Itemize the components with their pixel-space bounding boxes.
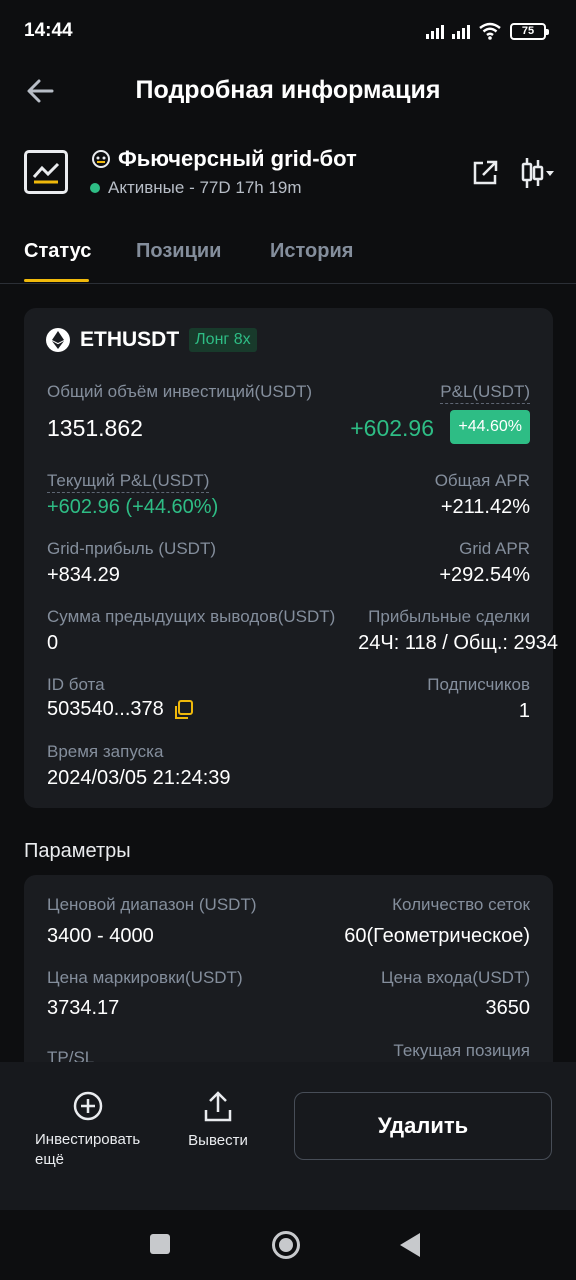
plus-circle-icon	[73, 1091, 103, 1121]
signal-icon-2	[452, 23, 470, 39]
recent-apps-icon[interactable]	[150, 1234, 170, 1254]
system-nav-bar	[0, 1210, 576, 1280]
battery-icon: 75	[510, 22, 549, 40]
share-icon	[473, 160, 498, 185]
tab-positions[interactable]: Позиции	[136, 240, 221, 263]
current-pnl-value: +602.96 (+44.60%)	[47, 496, 219, 518]
ethereum-icon	[46, 328, 70, 352]
trading-pair: ETHUSDT	[80, 328, 180, 351]
launch-time-label: Время запуска	[47, 742, 164, 761]
bot-status-row: Активные - 77D 17h 19m	[90, 178, 302, 198]
robot-icon	[92, 150, 110, 168]
withdraw-button[interactable]: Вывести	[180, 1090, 256, 1149]
bot-id-value: 503540...378	[47, 698, 164, 720]
subscribers-label: Подписчиков	[427, 675, 530, 694]
params-section-title: Параметры	[24, 840, 131, 862]
tab-status[interactable]: Статус	[24, 240, 91, 263]
bot-id-label: ID бота	[47, 675, 105, 694]
page-title: Подробная информация	[135, 76, 441, 104]
bottom-action-bar: Инвестировать ещё Вывести Удалить	[0, 1062, 576, 1210]
delete-button[interactable]: Удалить	[294, 1092, 552, 1160]
grid-count-value: 60(Геометрическое)	[344, 925, 530, 947]
compare-button[interactable]	[520, 154, 556, 192]
price-range-label: Ценовой диапазон (USDT)	[47, 895, 257, 914]
status-time: 14:44	[24, 20, 73, 41]
grid-bot-icon	[24, 150, 68, 194]
status-icons: 75	[426, 22, 549, 40]
share-button[interactable]	[470, 158, 500, 188]
invest-more-label: Инвестировать ещё	[35, 1131, 141, 1168]
launch-time-value: 2024/03/05 21:24:39	[47, 767, 231, 789]
mark-price-value: 3734.17	[47, 997, 120, 1019]
back-triangle-icon[interactable]	[400, 1233, 420, 1257]
total-investment-value: 1351.862	[47, 415, 143, 441]
entry-price-value: 3650	[485, 997, 531, 1019]
copy-icon[interactable]	[172, 699, 194, 721]
total-apr-value: +211.42%	[440, 496, 530, 518]
status-bar: 14:44 75	[0, 0, 576, 62]
tab-bar: Статус Позиции История	[0, 232, 576, 284]
total-investment-label: Общий объём инвестиций(USDT)	[47, 382, 313, 401]
profitable-trades-label: Прибыльные сделки	[368, 607, 530, 626]
pnl-label[interactable]: P&L(USDT)	[440, 382, 530, 404]
summary-card: ETHUSDT Лонг 8x Общий объём инвестиций(U…	[24, 308, 558, 808]
grid-profit-label: Grid-прибыль (USDT)	[47, 539, 216, 558]
tab-active-indicator	[24, 279, 89, 282]
candlestick-icon	[521, 158, 554, 188]
profitable-trades-value: 24Ч: 118 / Общ.: 2934	[358, 632, 558, 654]
leverage-badge: Лонг 8x	[189, 328, 257, 352]
home-icon[interactable]	[272, 1231, 300, 1259]
active-dot-icon	[90, 183, 100, 193]
pnl-value: +602.96	[350, 415, 434, 441]
prev-withdrawals-label: Сумма предыдущих выводов(USDT)	[47, 607, 336, 626]
current-pnl-label[interactable]: Текущий P&L(USDT)	[47, 471, 210, 493]
prev-withdrawals-value: 0	[47, 632, 59, 654]
tab-history[interactable]: История	[270, 240, 353, 263]
entry-price-label: Цена входа(USDT)	[381, 968, 530, 987]
bot-info: Фьючерсный grid-бот Активные - 77D 17h 1…	[0, 140, 576, 210]
withdraw-label: Вывести	[188, 1132, 248, 1149]
coin-row: ETHUSDT Лонг 8x	[46, 328, 257, 352]
wifi-icon	[479, 22, 501, 40]
page-header: Подробная информация	[0, 62, 576, 122]
bot-name: Фьючерсный grid-бот	[118, 146, 357, 171]
bot-status: Активные - 77D 17h 19m	[108, 178, 302, 197]
bot-name-row: Фьючерсный grid-бот	[90, 146, 357, 172]
current-position-label: Текущая позиция	[393, 1041, 530, 1060]
invest-more-button[interactable]: Инвестировать ещё	[30, 1090, 146, 1170]
params-card: Ценовой диапазон (USDT) Количество сеток…	[24, 875, 553, 1075]
subscribers-value: 1	[518, 700, 530, 722]
grid-apr-label: Grid APR	[459, 539, 530, 558]
signal-icon	[426, 23, 444, 39]
bot-id-row: 503540...378	[47, 698, 194, 721]
price-range-value: 3400 - 4000	[47, 925, 154, 947]
total-apr-label: Общая APR	[434, 471, 530, 490]
pnl-percent-badge: +44.60%	[450, 410, 530, 444]
mark-price-label: Цена маркировки(USDT)	[47, 968, 243, 987]
grid-profit-value: +834.29	[47, 564, 120, 586]
upload-icon	[204, 1091, 232, 1122]
grid-count-label: Количество сеток	[392, 895, 530, 914]
grid-apr-value: +292.54%	[439, 564, 530, 586]
